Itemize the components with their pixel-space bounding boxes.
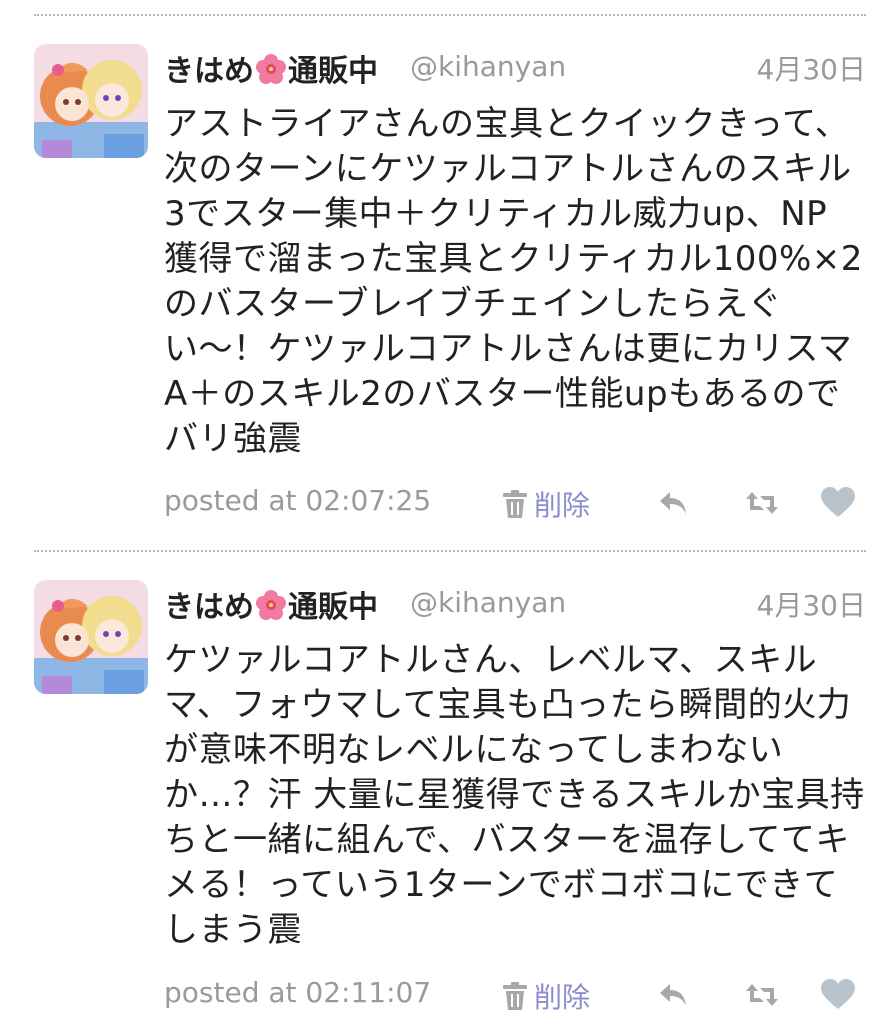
user-name[interactable]: きはめ 通販中 — [164, 46, 378, 90]
user-name-suffix: 通販中 — [288, 590, 378, 625]
delete-label: 削除 — [534, 981, 591, 1014]
trash-icon — [503, 490, 527, 518]
reply-icon — [660, 984, 686, 1006]
tweet-header: きはめ 通販中 @kihanyan 4月30日 — [164, 44, 866, 90]
reply-button[interactable] — [656, 486, 692, 520]
user-handle[interactable]: @kihanyan — [410, 586, 566, 619]
tweet-text-line: ちと一緒に組んで、バスターを温存しててキ — [164, 820, 850, 860]
tweet-text-line: 3でスター集中＋クリティカル威力up、NP — [164, 194, 828, 234]
tweet-text-line: 次のターンにケツァルコアトルさんのスキル — [164, 149, 852, 189]
posted-timestamp[interactable]: posted at 02:11:07 — [164, 976, 431, 1009]
favorite-button[interactable] — [820, 978, 856, 1012]
reply-icon — [660, 492, 686, 514]
tweet-text-line: ケツァルコアトルさん、レベルマ、スキル — [164, 640, 818, 680]
tweet-date[interactable]: 4月30日 — [757, 48, 866, 88]
tweet-header: きはめ 通販中 @kihanyan 4月30日 — [164, 580, 866, 626]
tweet-text-line: バリ強震 — [164, 419, 302, 459]
divider — [34, 14, 866, 16]
retweet-button[interactable] — [744, 486, 780, 520]
avatar-image — [34, 44, 148, 158]
avatar[interactable] — [34, 44, 148, 158]
user-name-suffix: 通販中 — [288, 54, 378, 89]
tweet-text-line: メる！っていう1ターンでボコボコにできて — [164, 865, 839, 905]
tweet-text-line: い〜！ケツァルコアトルさんは更にカリスマ — [164, 329, 853, 369]
tweet-meta: posted at 02:07:25 削除 — [164, 484, 866, 524]
tweet-text-line: A＋のスキル2のバスター性能upもあるので — [164, 374, 841, 414]
heart-icon — [821, 979, 855, 1009]
tweet-text-line: か…？汗 大量に星獲得できるスキルか宝具持 — [164, 775, 865, 815]
tweet-feed: きはめ 通販中 @kihanyan 4月30日 アストライアさんの宝具とクイック… — [0, 0, 882, 1024]
tweet-date[interactable]: 4月30日 — [757, 584, 866, 624]
tweet-text: ケツァルコアトルさん、レベルマ、スキル マ、フォウマして宝具も凸ったら瞬間的火力… — [164, 638, 864, 953]
retweet-icon — [746, 984, 778, 1006]
tweet-meta: posted at 02:11:07 削除 — [164, 976, 866, 1016]
tweet-text: アストライアさんの宝具とクイックきって、 次のターンにケツァルコアトルさんのスキ… — [164, 102, 864, 462]
avatar[interactable] — [34, 580, 148, 694]
tweet-text-line: 獲得で溜まった宝具とクリティカル100%×2 — [164, 239, 863, 279]
delete-button[interactable]: 削除 — [502, 484, 590, 524]
reply-button[interactable] — [656, 978, 692, 1012]
heart-icon — [821, 487, 855, 517]
trash-icon — [503, 982, 527, 1010]
retweet-button[interactable] — [744, 978, 780, 1012]
delete-label: 削除 — [534, 489, 591, 522]
tweet-text-line: しまう震 — [164, 910, 302, 950]
user-name-prefix: きはめ — [164, 590, 254, 625]
avatar-image — [34, 580, 148, 694]
posted-timestamp[interactable]: posted at 02:07:25 — [164, 484, 431, 517]
tweet-text-line: アストライアさんの宝具とクイックきって、 — [164, 104, 850, 144]
divider — [34, 550, 866, 552]
user-name[interactable]: きはめ 通販中 — [164, 582, 378, 626]
user-handle[interactable]: @kihanyan — [410, 50, 566, 83]
tweet-text-line: マ、フォウマして宝具も凸ったら瞬間的火力 — [164, 685, 852, 725]
retweet-icon — [746, 492, 778, 514]
hibiscus-icon — [256, 54, 286, 84]
user-name-prefix: きはめ — [164, 54, 254, 89]
delete-button[interactable]: 削除 — [502, 976, 590, 1016]
tweet-text-line: のバスターブレイブチェインしたらえぐ — [164, 284, 782, 324]
favorite-button[interactable] — [820, 486, 856, 520]
hibiscus-icon — [256, 590, 286, 620]
tweet-text-line: が意味不明なレベルになってしまわない — [164, 730, 784, 770]
